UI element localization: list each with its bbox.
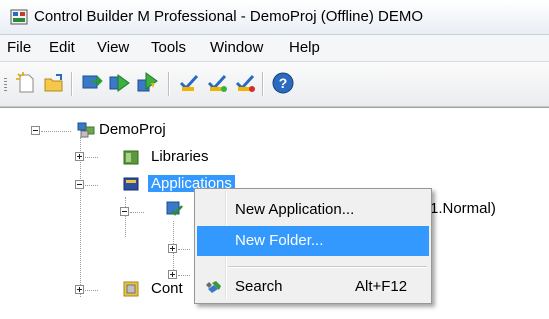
check-all-icon[interactable]: [205, 71, 229, 95]
tree-connector: [178, 275, 190, 276]
new-application-label: New Application...: [235, 201, 355, 218]
project-icon: [77, 122, 95, 138]
context-menu-separator: [228, 266, 427, 268]
collapse-toggle-demoproj[interactable]: [31, 126, 40, 135]
libraries-icon: [123, 150, 139, 165]
menu-window[interactable]: Window: [210, 39, 263, 56]
svg-text:?: ?: [279, 75, 288, 91]
expand-toggle-subnode[interactable]: [168, 270, 177, 279]
controllers-icon: [123, 281, 139, 297]
tree-node-demoproj[interactable]: DemoProj: [99, 121, 166, 138]
new-folder-label: New Folder...: [235, 232, 324, 249]
download-icon[interactable]: [80, 71, 104, 95]
menu-file[interactable]: File: [7, 39, 31, 56]
menu-view[interactable]: View: [97, 39, 129, 56]
search-icon: [206, 281, 221, 293]
menu-item-search[interactable]: Search Alt+F12: [197, 272, 429, 302]
tree-connector: [85, 157, 98, 158]
tree-node-application-mode[interactable]: 1.Normal): [430, 200, 496, 217]
menu-bar: File Edit View Tools Window Help: [0, 35, 549, 62]
menu-item-new-folder[interactable]: New Folder...: [197, 226, 429, 256]
toolbar: ?: [0, 62, 549, 107]
check-errors-icon[interactable]: [233, 71, 257, 95]
toolbar-separator: [71, 72, 73, 96]
tree-connector: [130, 212, 144, 213]
check-icon[interactable]: [177, 71, 201, 95]
open-project-icon[interactable]: [42, 71, 66, 95]
expand-toggle-controllers[interactable]: [75, 285, 84, 294]
tree-node-controllers[interactable]: Cont: [151, 280, 183, 297]
applications-icon: [123, 177, 139, 191]
control-builder-app-icon: [10, 9, 28, 25]
tree-connector: [41, 131, 71, 132]
toolbar-separator: [168, 72, 170, 96]
tree-connector: [125, 197, 126, 237]
search-shortcut: Alt+F12: [355, 278, 408, 295]
download-go-online-icon[interactable]: [136, 71, 160, 95]
help-icon[interactable]: ?: [271, 71, 295, 95]
menu-help[interactable]: Help: [289, 39, 320, 56]
tree-connector: [80, 137, 81, 297]
tree-node-libraries[interactable]: Libraries: [151, 148, 209, 165]
expand-toggle-subnode[interactable]: [168, 244, 177, 253]
expand-toggle-libraries[interactable]: [75, 152, 84, 161]
search-label: Search: [235, 278, 283, 295]
collapse-toggle-application[interactable]: [120, 207, 129, 216]
menu-item-new-application[interactable]: New Application...: [197, 195, 429, 225]
go-online-icon[interactable]: [108, 71, 132, 95]
collapse-toggle-applications[interactable]: [75, 180, 84, 189]
application-icon: [166, 201, 183, 216]
tree-connector: [178, 249, 190, 250]
new-project-icon[interactable]: [14, 71, 38, 95]
tree-connector: [85, 185, 98, 186]
menu-edit[interactable]: Edit: [49, 39, 75, 56]
toolbar-separator: [262, 72, 264, 96]
toolbar-grip[interactable]: [4, 78, 7, 92]
context-menu: New Application... New Folder... Search …: [194, 188, 432, 304]
title-bar: Control Builder M Professional - DemoPro…: [0, 0, 549, 35]
window-title: Control Builder M Professional - DemoPro…: [34, 8, 424, 25]
menu-tools[interactable]: Tools: [151, 39, 186, 56]
tree-connector: [85, 290, 98, 291]
